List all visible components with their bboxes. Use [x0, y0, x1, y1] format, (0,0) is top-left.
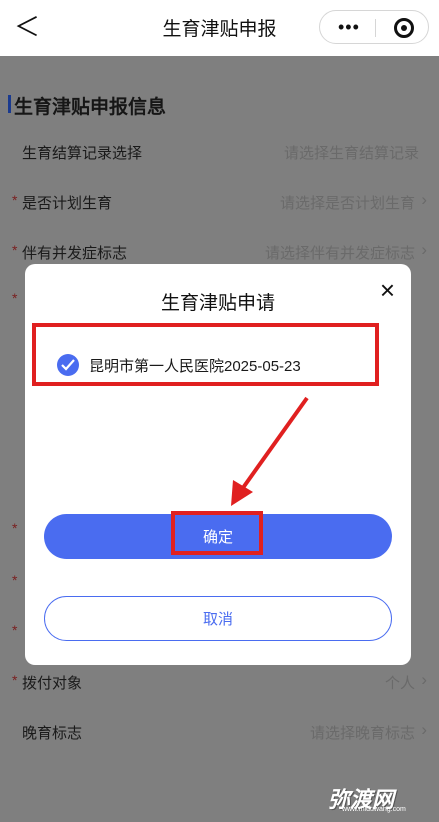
required-mark: * [12, 672, 18, 688]
required-mark: * [12, 622, 18, 638]
chevron-right-icon: › [421, 670, 427, 689]
required-mark: * [12, 290, 18, 306]
row-value: 请选择生育结算记录 [283, 145, 419, 162]
required-mark: * [12, 242, 18, 258]
required-mark: * [12, 520, 18, 536]
chevron-right-icon: › [421, 190, 427, 209]
row-label: 拨付对象 [22, 675, 83, 692]
watermark-logo: 弥渡网 www.miduwang.com [328, 787, 406, 813]
form-row-settlement[interactable]: 生育结算记录选择 请选择生育结算记录 [0, 128, 439, 178]
chevron-right-icon: › [421, 720, 427, 739]
row-value: 请选择是否计划生育 [279, 195, 415, 212]
close-miniprogram-icon[interactable] [394, 18, 414, 38]
row-label: 晚育标志 [22, 725, 83, 742]
row-value: 请选择晚育标志 [309, 725, 415, 742]
highlight-box-confirm [171, 511, 263, 555]
highlight-box-option [32, 323, 379, 386]
more-icon[interactable]: ••• [338, 17, 360, 38]
cancel-label: 取消 [202, 611, 233, 628]
form-row-family-planning[interactable]: * 是否计划生育 请选择是否计划生育 › [0, 178, 439, 228]
row-value: 请选择伴有并发症标志 [264, 245, 415, 262]
form-row-payee[interactable]: * 拨付对象 个人 › [0, 658, 439, 708]
cancel-button[interactable]: 取消 [44, 596, 392, 641]
close-icon[interactable]: × [380, 276, 395, 304]
required-mark: * [12, 572, 18, 588]
row-label: 生育结算记录选择 [22, 145, 143, 162]
chevron-right-icon: › [421, 240, 427, 259]
miniprogram-capsule: ••• [319, 10, 429, 44]
section-title: 生育津贴申报信息 [7, 92, 166, 119]
nav-bar: ＜ 生育津贴申报 ••• [0, 0, 439, 56]
capsule-divider [375, 19, 376, 37]
dialog-title: 生育津贴申请 [160, 293, 275, 314]
form-row-late-birth[interactable]: 晚育标志 请选择晚育标志 › [0, 708, 439, 758]
row-label: 是否计划生育 [22, 195, 113, 212]
row-value: 个人 [384, 675, 415, 692]
row-label: 伴有并发症标志 [22, 245, 128, 262]
required-mark: * [12, 192, 18, 208]
